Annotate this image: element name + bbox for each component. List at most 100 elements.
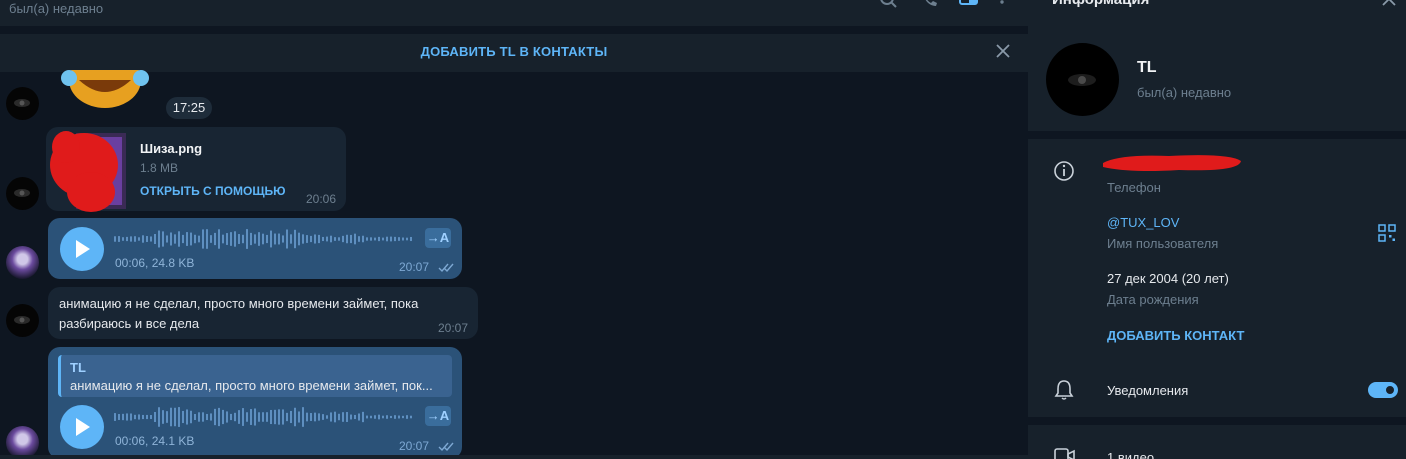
waveform-bar bbox=[390, 236, 392, 242]
waveform-bar bbox=[270, 230, 272, 248]
waveform-bar bbox=[234, 231, 236, 247]
waveform-bar bbox=[338, 413, 340, 421]
waveform-bar bbox=[298, 411, 300, 423]
voice-waveform[interactable] bbox=[114, 406, 414, 428]
waveform-bar bbox=[310, 413, 312, 421]
waveform-bar bbox=[358, 236, 360, 242]
waveform-bar bbox=[246, 229, 248, 249]
waveform-bar bbox=[246, 412, 248, 422]
search-icon[interactable] bbox=[878, 0, 900, 14]
waveform-bar bbox=[130, 236, 132, 242]
waveform-bar bbox=[386, 415, 388, 419]
profile-status: был(а) недавно bbox=[1137, 85, 1232, 100]
waveform-bar bbox=[278, 409, 280, 425]
transcribe-button[interactable]: →A bbox=[425, 406, 451, 426]
voice-reply-message[interactable]: TL анимацию я не сделал, просто много вр… bbox=[48, 347, 462, 459]
play-button[interactable] bbox=[60, 227, 104, 271]
sender-avatar[interactable] bbox=[6, 87, 39, 120]
waveform-bar bbox=[306, 412, 308, 422]
waveform-bar bbox=[334, 237, 336, 241]
waveform-bar bbox=[266, 234, 268, 244]
waveform-bar bbox=[306, 235, 308, 243]
more-icon[interactable] bbox=[996, 0, 1018, 14]
waveform-bar bbox=[330, 235, 332, 243]
sender-avatar[interactable] bbox=[6, 304, 39, 337]
waveform-bar bbox=[126, 236, 128, 242]
file-size: 1.8 MB bbox=[140, 161, 179, 175]
chat-pane: был(а) недавно ДОБАВИТЬ TL В КОНТАКТЫ 17… bbox=[0, 0, 1028, 459]
waveform-bar bbox=[366, 237, 368, 241]
voice-waveform[interactable] bbox=[114, 228, 414, 250]
waveform-bar bbox=[150, 236, 152, 242]
waveform-bar bbox=[178, 231, 180, 247]
waveform-bar bbox=[390, 415, 392, 419]
waveform-bar bbox=[238, 410, 240, 424]
waveform-bar bbox=[206, 229, 208, 249]
close-icon[interactable] bbox=[994, 42, 1012, 60]
waveform-bar bbox=[186, 409, 188, 425]
info-title: Информация bbox=[1052, 0, 1149, 8]
waveform-bar bbox=[134, 236, 136, 242]
waveform-bar bbox=[170, 407, 172, 427]
waveform-bar bbox=[354, 414, 356, 420]
waveform-bar bbox=[378, 414, 380, 420]
sidebar-toggle-icon[interactable] bbox=[958, 0, 980, 14]
waveform-bar bbox=[150, 415, 152, 419]
play-button[interactable] bbox=[60, 405, 104, 449]
add-contact-button[interactable]: ДОБАВИТЬ КОНТАКТ bbox=[1107, 328, 1244, 343]
waveform-bar bbox=[198, 412, 200, 422]
chat-status: был(а) недавно bbox=[9, 1, 104, 16]
waveform-bar bbox=[354, 233, 356, 245]
waveform-bar bbox=[326, 236, 328, 242]
close-icon[interactable] bbox=[1380, 0, 1400, 10]
username[interactable]: @TUX_LOV bbox=[1107, 215, 1179, 230]
waveform-bar bbox=[274, 233, 276, 245]
toggle-knob bbox=[1384, 384, 1396, 396]
waveform-bar bbox=[394, 236, 396, 242]
open-with-link[interactable]: ОТКРЫТЬ С ПОМОЩЬЮ bbox=[140, 184, 286, 198]
waveform-bar bbox=[338, 237, 340, 241]
text-message[interactable]: анимацию я не сделал, просто много време… bbox=[48, 287, 478, 339]
waveform-bar bbox=[322, 236, 324, 242]
waveform-bar bbox=[294, 407, 296, 427]
waveform-bar bbox=[398, 415, 400, 419]
file-thumbnail[interactable] bbox=[46, 127, 131, 212]
waveform-bar bbox=[290, 410, 292, 424]
file-message[interactable]: Шиза.png 1.8 MB ОТКРЫТЬ С ПОМОЩЬЮ 20:06 bbox=[46, 127, 346, 212]
waveform-bar bbox=[138, 414, 140, 420]
bell-icon bbox=[1054, 380, 1074, 400]
waveform-bar bbox=[206, 413, 208, 421]
message-line-2: разбираюсь и все дела bbox=[59, 316, 200, 331]
waveform-bar bbox=[146, 414, 148, 420]
video-icon bbox=[1054, 448, 1075, 459]
profile-avatar[interactable] bbox=[1046, 43, 1119, 116]
qr-code-icon[interactable] bbox=[1378, 224, 1396, 242]
waveform-bar bbox=[226, 233, 228, 245]
waveform-bar bbox=[378, 236, 380, 242]
waveform-bar bbox=[302, 234, 304, 244]
waveform-bar bbox=[286, 412, 288, 422]
waveform-bar bbox=[162, 231, 164, 247]
notifications-toggle[interactable] bbox=[1368, 382, 1398, 398]
reply-quote[interactable]: TL анимацию я не сделал, просто много вр… bbox=[58, 355, 452, 397]
waveform-bar bbox=[310, 235, 312, 243]
waveform-bar bbox=[358, 413, 360, 421]
voice-message[interactable]: →A 00:06, 24.8 KB 20:07 bbox=[48, 218, 462, 279]
waveform-bar bbox=[326, 415, 328, 419]
phone-icon[interactable] bbox=[920, 0, 942, 14]
waveform-bar bbox=[234, 412, 236, 422]
waveform-bar bbox=[182, 234, 184, 244]
waveform-bar bbox=[330, 412, 332, 422]
file-name: Шиза.png bbox=[140, 141, 203, 156]
add-to-contacts-link[interactable]: ДОБАВИТЬ TL В КОНТАКТЫ bbox=[0, 44, 1028, 59]
waveform-bar bbox=[298, 232, 300, 246]
transcribe-button[interactable]: →A bbox=[425, 228, 451, 248]
my-avatar[interactable] bbox=[6, 246, 39, 279]
media-videos-label[interactable]: 1 видео bbox=[1107, 450, 1154, 459]
sender-avatar[interactable] bbox=[6, 177, 39, 210]
info-panel: Информация TL был(а) недавно Телефон @TU… bbox=[1028, 0, 1406, 459]
waveform-bar bbox=[230, 413, 232, 421]
message-line-1: анимацию я не сделал, просто много време… bbox=[59, 296, 419, 311]
message-time: 20:07 bbox=[438, 321, 469, 335]
waveform-bar bbox=[302, 407, 304, 427]
